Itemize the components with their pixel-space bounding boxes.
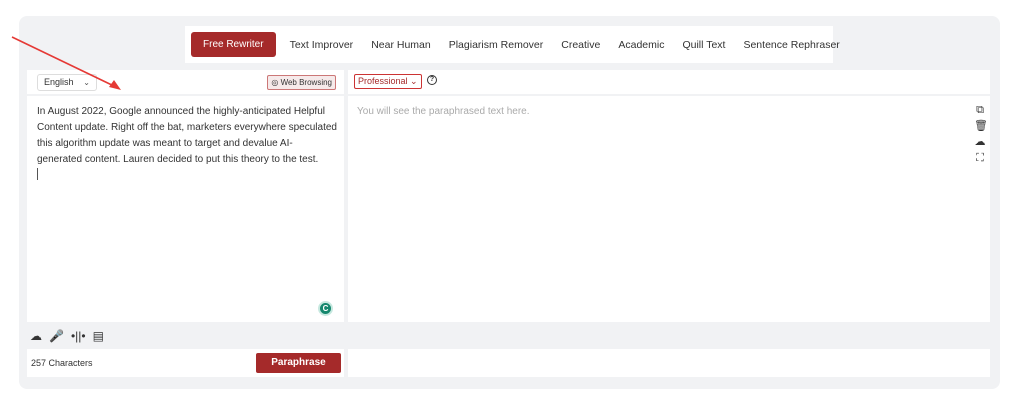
annotation-arrow — [11, 36, 121, 90]
